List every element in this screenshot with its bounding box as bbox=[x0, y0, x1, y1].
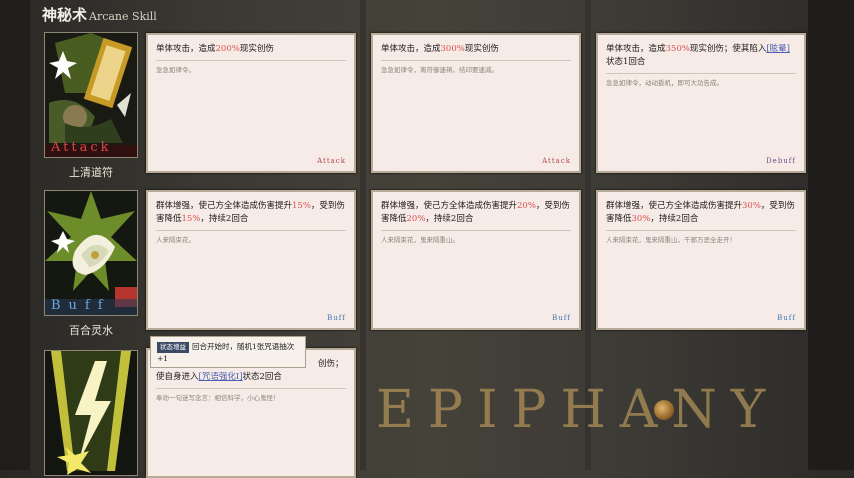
skill-card-baihe-2[interactable]: 群体增强，使己方全体造成伤害提升20%，受到伤害降低20%，持续2回合 人来隔束… bbox=[371, 190, 581, 330]
skill-card-shangqing-1[interactable]: 单体攻击，造成200%现实创伤 急急如律令。 Attack bbox=[146, 33, 356, 173]
background-left-panel bbox=[0, 0, 30, 470]
damage-value: 350% bbox=[665, 44, 690, 54]
skill-shangqing-daofu[interactable]: Attack 上清道符 bbox=[44, 32, 138, 180]
background-stripe bbox=[360, 0, 366, 470]
card-flavor-text: 急急如律令，动动扳机，即可大功告成。 bbox=[606, 79, 723, 87]
status-tooltip: 状态增益 回合开始时，随机1张咒语抽次+1 bbox=[150, 336, 306, 368]
lightning-icon bbox=[45, 351, 137, 475]
skill-card-baihe-1[interactable]: 群体增强，使己方全体造成伤害提升15%，受到伤害降低15%，持续2回合 人来隔束… bbox=[146, 190, 356, 330]
card-flavor-text: 奉劝一句迷写念言：相信科学，小心鬼怪！ bbox=[156, 394, 280, 402]
card-flavor-text: 人来隔束花。 bbox=[156, 236, 195, 244]
section-title: 神秘术 bbox=[42, 6, 88, 24]
skill-card-shangqing-3[interactable]: 单体攻击，造成350%现实创伤；使其陷入[眩晕]状态1回合 急急如律令，动动扳机… bbox=[596, 33, 806, 173]
status-link-dizzy[interactable]: [眩晕] bbox=[766, 44, 790, 54]
skill-third[interactable] bbox=[44, 350, 138, 476]
attack-tag: Attack bbox=[542, 157, 571, 165]
card-flavor-text: 急急如律令。 bbox=[156, 66, 195, 74]
skill-name: 百合灵水 bbox=[69, 324, 113, 337]
card-description: 单体攻击，造成200%现实创伤 bbox=[156, 44, 274, 54]
lily-icon bbox=[45, 191, 137, 315]
damage-value: 300% bbox=[440, 44, 465, 54]
skill-name: 上清道符 bbox=[69, 166, 113, 179]
background-right-panel bbox=[808, 0, 854, 470]
section-header: 神秘术 Arcane Skill bbox=[42, 4, 157, 25]
skill-art[interactable] bbox=[44, 350, 138, 476]
debuff-tag: Debuff bbox=[766, 157, 796, 165]
talisman-icon bbox=[45, 33, 137, 157]
buff-tag: Buff bbox=[552, 314, 571, 322]
attack-tag: Attack bbox=[317, 157, 346, 165]
damage-value: 200% bbox=[215, 44, 240, 54]
card-flavor-text: 人来隔束花，鬼来隔重山。 bbox=[381, 236, 459, 244]
skill-art[interactable]: Attack bbox=[44, 32, 138, 158]
card-flavor-text: 人来隔束花，鬼来隔重山，千邪万恶全走开！ bbox=[606, 236, 736, 244]
buff-tag: Buff bbox=[777, 314, 796, 322]
tooltip-badge: 状态增益 bbox=[157, 342, 189, 353]
skill-art[interactable]: Buff bbox=[44, 190, 138, 316]
card-description: 群体增强，使己方全体造成伤害提升15%，受到伤害降低15%，持续2回合 bbox=[156, 201, 345, 224]
skill-art-label: Attack bbox=[51, 140, 112, 155]
skill-card-shangqing-2[interactable]: 单体攻击，造成300%现实创伤 急急如律令，离符御速祷，结印要速减。 Attac… bbox=[371, 33, 581, 173]
status-link-spell-enhance[interactable]: [咒语强化Ⅰ] bbox=[199, 372, 243, 382]
card-description: 群体增强，使己方全体造成伤害提升30%，受到伤害降低30%，持续2回合 bbox=[606, 201, 795, 224]
card-description: 单体攻击，造成350%现实创伤；使其陷入[眩晕]状态1回合 bbox=[606, 44, 790, 67]
skill-baihe-lingshui[interactable]: Buff 百合灵水 bbox=[44, 190, 138, 338]
card-description: 群体增强，使己方全体造成伤害提升20%，受到伤害降低20%，持续2回合 bbox=[381, 201, 570, 224]
card-flavor-text: 急急如律令，离符御速祷，结印要速减。 bbox=[381, 66, 498, 74]
skill-art-label: Buff bbox=[51, 298, 111, 313]
epiphany-logo: EPIPHANY bbox=[376, 380, 780, 440]
card-description: 单体攻击，造成300%现实创伤 bbox=[381, 44, 499, 54]
skill-card-baihe-3[interactable]: 群体增强，使己方全体造成伤害提升30%，受到伤害降低30%，持续2回合 人来隔束… bbox=[596, 190, 806, 330]
section-subtitle: Arcane Skill bbox=[89, 10, 157, 23]
logo-ornament-icon bbox=[654, 400, 674, 420]
buff-tag: Buff bbox=[327, 314, 346, 322]
